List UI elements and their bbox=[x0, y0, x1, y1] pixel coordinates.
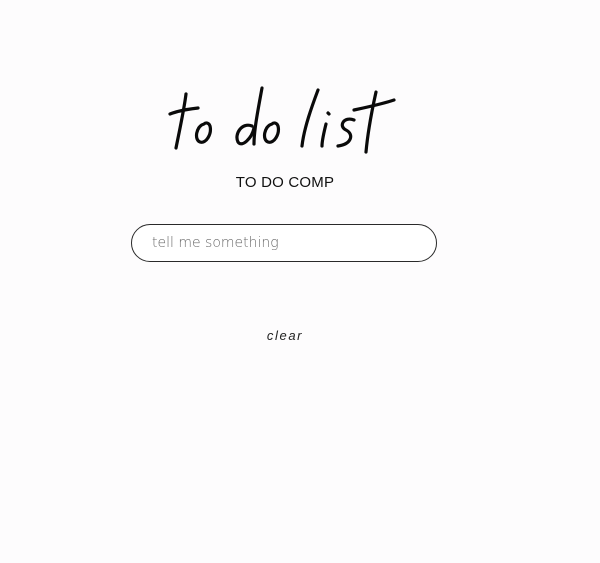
app-title-logo bbox=[168, 80, 408, 160]
handwritten-title-art bbox=[168, 86, 396, 154]
app-subtitle: TO DO COMP bbox=[235, 174, 335, 191]
clear-button[interactable]: clear bbox=[245, 324, 325, 346]
todo-input[interactable] bbox=[131, 224, 437, 262]
todo-app: TO DO COMP clear bbox=[0, 0, 600, 563]
